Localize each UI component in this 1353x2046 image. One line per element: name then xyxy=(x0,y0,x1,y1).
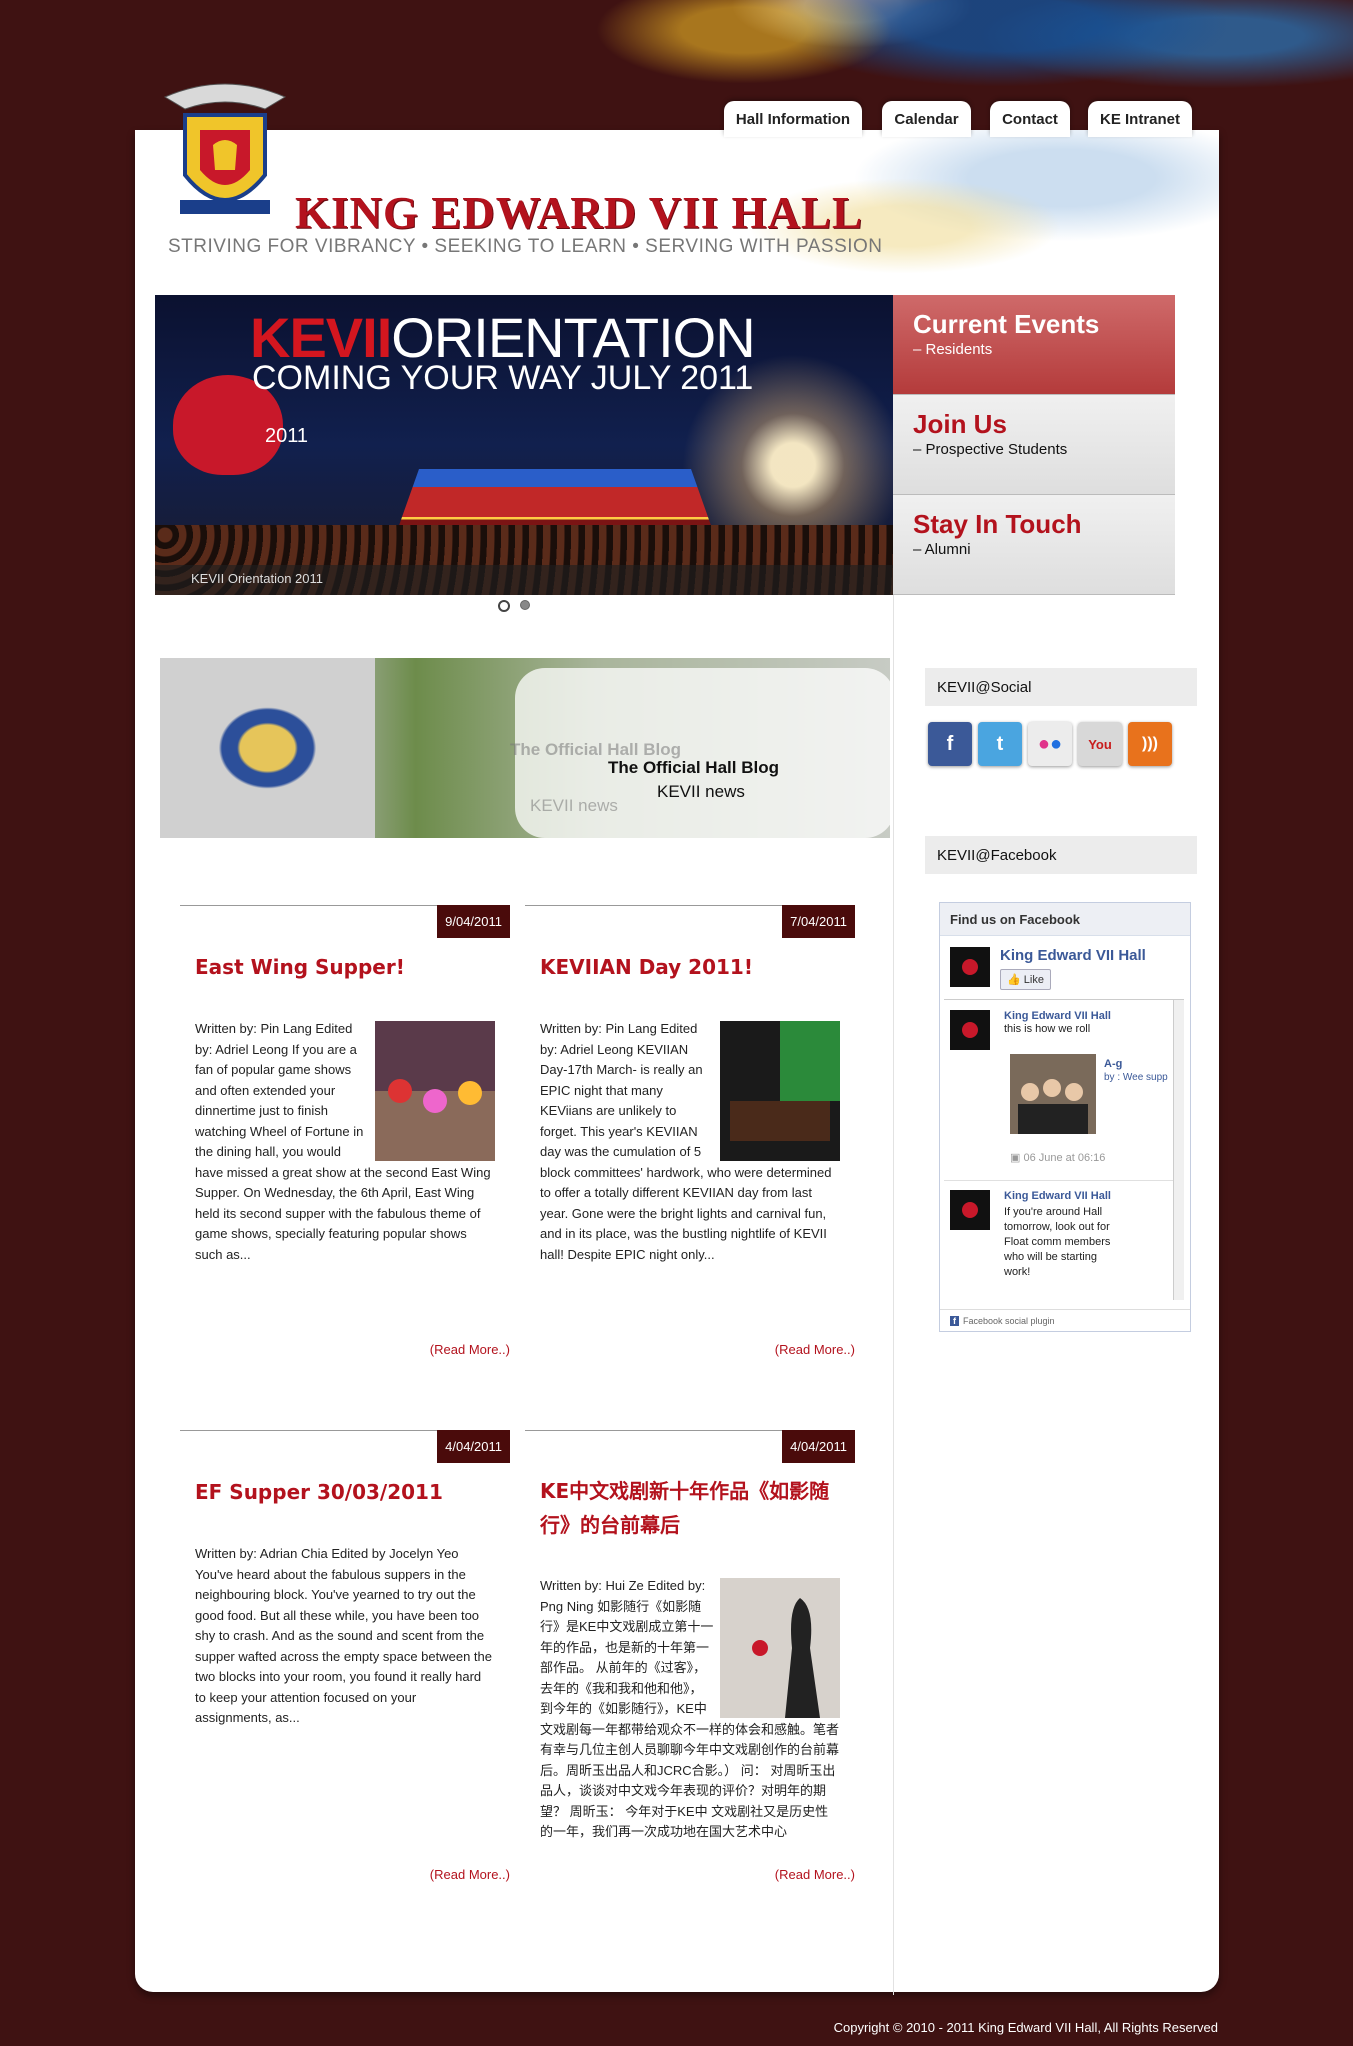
fb-feed[interactable]: King Edward VII Hall this is how we roll… xyxy=(944,999,1184,1300)
slider-caption: KEVII Orientation 2011 xyxy=(191,571,324,586)
site-title[interactable]: KING EDWARD VII HALL xyxy=(295,187,863,239)
thumbs-up-icon: 👍 xyxy=(1007,974,1021,986)
fb-post-avatar xyxy=(950,1190,990,1230)
banner-ghost-text: The Official Hall Blog xyxy=(510,740,681,759)
hall-crest-logo[interactable] xyxy=(155,75,295,235)
fb-post-author[interactable]: King Edward VII Hall xyxy=(1004,1010,1174,1022)
fb-post-photo[interactable] xyxy=(1010,1054,1096,1134)
fb-page-name[interactable]: King Edward VII Hall xyxy=(1000,947,1146,964)
flickr-icon[interactable]: ● ● xyxy=(1028,722,1072,766)
fb-post-time[interactable]: 06 June at 06:16 xyxy=(1023,1152,1105,1164)
fb-page-avatar[interactable] xyxy=(950,947,990,987)
post-title[interactable]: KEVIIAN Day 2011! xyxy=(540,950,753,984)
post-date: 4/04/2011 xyxy=(437,1430,510,1463)
menu-subtitle: – Alumni xyxy=(913,541,971,558)
banner-news-label: KEVII news xyxy=(657,782,745,801)
fb-post-meta: ▣ 06 June at 06:16 xyxy=(1010,1148,1105,1166)
nav-ke-intranet[interactable]: KE Intranet xyxy=(1088,101,1192,137)
slider-dot-2[interactable] xyxy=(520,600,530,610)
nav-contact[interactable]: Contact xyxy=(990,101,1070,137)
menu-title: Stay In Touch xyxy=(913,509,1082,539)
menu-join-us[interactable]: Join Us – Prospective Students xyxy=(893,395,1175,495)
side-menu: Current Events – Residents Join Us – Pro… xyxy=(893,295,1175,595)
facebook-widget-title: KEVII@Facebook xyxy=(925,836,1197,874)
post-chinese-drama: 4/04/2011 KE中文戏剧新十年作品《如影随行》的台前幕后 Written… xyxy=(525,1430,855,1890)
post-excerpt-text: Written by: Adrian Chia Edited by Jocely… xyxy=(195,1546,493,1725)
fb-post-text: If you're around Hall tomorrow, look out… xyxy=(1004,1206,1111,1278)
read-more-link[interactable]: (Read More..) xyxy=(430,1342,510,1357)
fb-attachment-desc: by : Wee supp xyxy=(1104,1072,1168,1083)
twitter-icon[interactable]: t xyxy=(978,722,1022,766)
read-more-link[interactable]: (Read More..) xyxy=(775,1342,855,1357)
social-icons: f t ● ● You ))) xyxy=(928,722,1172,766)
official-blog-banner[interactable]: The Official Hall Blog KEVII news The Of… xyxy=(160,658,890,838)
slider-pagination xyxy=(498,600,530,612)
slider-year: 2011 xyxy=(265,425,309,447)
site-tagline: STRIVING FOR VIBRANCY • SEEKING TO LEARN… xyxy=(168,236,883,257)
post-keviian-day: 7/04/2011 KEVIIAN Day 2011! Written by: … xyxy=(525,905,855,1365)
fb-post-icon: ▣ xyxy=(1010,1152,1024,1164)
post-east-wing-supper: 9/04/2011 East Wing Supper! Written by: … xyxy=(180,905,510,1365)
fb-avatar-image xyxy=(950,1010,990,1050)
thumb-spacer xyxy=(370,1019,495,1159)
banner-crest-image xyxy=(160,658,375,838)
fb-footer-text[interactable]: Facebook social plugin xyxy=(963,1316,1055,1326)
post-excerpt-text: Written by: Pin Lang Edited by: Adriel L… xyxy=(540,1019,840,1265)
fb-like-label: Like xyxy=(1023,974,1044,986)
heart-icon xyxy=(962,959,978,975)
column-divider xyxy=(893,595,894,1995)
slider-subheadline: COMING YOUR WAY JULY 2011 xyxy=(252,359,754,397)
post-title[interactable]: East Wing Supper! xyxy=(195,950,405,984)
heart-icon xyxy=(962,1202,978,1218)
youtube-icon[interactable]: You xyxy=(1078,722,1122,766)
fb-post-attachment-text: A-g by : Wee supp xyxy=(1104,1058,1174,1085)
menu-title: Current Events xyxy=(913,309,1100,339)
post-excerpt-text: Written by: Pin Lang Edited by: Adriel L… xyxy=(195,1019,495,1265)
fb-post-text: this is how we roll xyxy=(1004,1023,1091,1035)
menu-current-events[interactable]: Current Events – Residents xyxy=(893,295,1175,395)
post-excerpt-text: Written by: Hui Ze Edited by: Png Ning 如… xyxy=(540,1576,840,1851)
facebook-like-box: Find us on Facebook King Edward VII Hall… xyxy=(939,902,1191,1332)
post-date: 4/04/2011 xyxy=(782,1430,855,1463)
slider-dot-1[interactable] xyxy=(498,600,510,612)
facebook-icon: f xyxy=(950,1315,959,1326)
banner-blog-title: The Official Hall Blog xyxy=(608,758,779,777)
fb-feed-scrollbar[interactable] xyxy=(1173,1000,1184,1300)
fb-post-author[interactable]: King Edward VII Hall xyxy=(1004,1190,1114,1202)
social-widget-title: KEVII@Social xyxy=(925,668,1197,706)
menu-subtitle: – Prospective Students xyxy=(913,441,1068,458)
fb-attachment-title[interactable]: A-g xyxy=(1104,1058,1174,1070)
fb-avatar-image xyxy=(950,1190,990,1230)
slider-caption-bar: KEVII Orientation 2011 xyxy=(155,565,893,595)
nav-hall-information[interactable]: Hall Information xyxy=(724,101,862,137)
read-more-link[interactable]: (Read More..) xyxy=(775,1867,855,1882)
post-title[interactable]: EF Supper 30/03/2011 xyxy=(195,1475,443,1509)
banner-ghost-text: KEVII news xyxy=(530,796,618,815)
fb-feed-divider xyxy=(944,1180,1174,1181)
thumb-spacer xyxy=(715,1576,840,1716)
post-date: 7/04/2011 xyxy=(782,905,855,938)
thumb-spacer xyxy=(715,1019,840,1159)
fb-post-1: King Edward VII Hall this is how we roll xyxy=(1004,1010,1174,1037)
fb-post-2: King Edward VII Hall If you're around Ha… xyxy=(1004,1190,1114,1280)
orientation-slider[interactable]: KEVIIORIENTATION COMING YOUR WAY JULY 20… xyxy=(155,295,893,595)
fb-footer: f Facebook social plugin xyxy=(940,1309,1190,1331)
heart-icon xyxy=(962,1022,978,1038)
fb-like-button[interactable]: 👍 Like xyxy=(1000,969,1051,990)
fb-post-avatar xyxy=(950,1010,990,1050)
nav-calendar[interactable]: Calendar xyxy=(882,101,971,137)
read-more-link[interactable]: (Read More..) xyxy=(430,1867,510,1882)
menu-stay-in-touch[interactable]: Stay In Touch – Alumni xyxy=(893,495,1175,595)
facebook-icon[interactable]: f xyxy=(928,722,972,766)
copyright: Copyright © 2010 - 2011 King Edward VII … xyxy=(833,2020,1218,2035)
fb-header: Find us on Facebook xyxy=(940,903,1190,936)
menu-subtitle: – Residents xyxy=(913,341,993,358)
rss-icon[interactable]: ))) xyxy=(1128,722,1172,766)
post-date: 9/04/2011 xyxy=(437,905,510,938)
post-title[interactable]: KE中文戏剧新十年作品《如影随行》的台前幕后 xyxy=(540,1474,840,1542)
fb-avatar-image xyxy=(950,947,990,987)
menu-title: Join Us xyxy=(913,409,1007,439)
post-ef-supper: 4/04/2011 EF Supper 30/03/2011 Written b… xyxy=(180,1430,510,1890)
